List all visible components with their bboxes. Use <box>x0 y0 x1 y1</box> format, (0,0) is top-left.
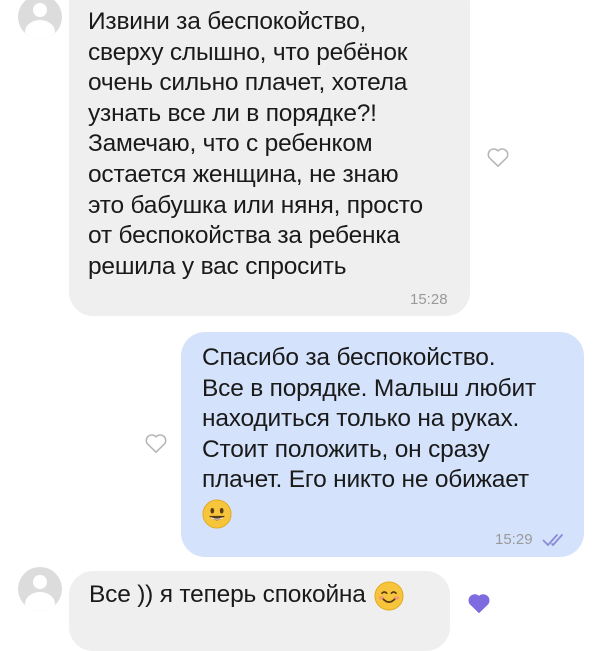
message-timestamp: 15:28 <box>410 291 448 308</box>
incoming-message-bubble[interactable]: Все )) я теперь спокойна <box>69 571 450 651</box>
message-text: Спасибо за беспокойство. Все в порядке. … <box>202 344 536 494</box>
like-heart-icon[interactable] <box>143 430 169 456</box>
incoming-message-bubble[interactable]: Извини за беспокойство, сверху слышно, ч… <box>69 0 470 316</box>
avatar-head-shape <box>33 3 47 17</box>
avatar-body-shape <box>25 20 55 39</box>
smiling-face-blush-emoji <box>374 581 404 611</box>
double-check-icon <box>542 534 563 546</box>
message-text: Все )) я теперь спокойна <box>89 581 366 608</box>
smiling-face-emoji <box>202 499 232 529</box>
sender-avatar[interactable] <box>18 567 62 611</box>
avatar-head-shape <box>33 575 47 589</box>
reaction-heart-icon[interactable] <box>466 590 492 616</box>
like-heart-icon[interactable] <box>485 144 511 170</box>
message-content: Спасибо за беспокойство. Все в порядке. … <box>202 343 536 529</box>
message-text: Извини за беспокойство, сверху слышно, ч… <box>88 8 423 280</box>
sender-avatar[interactable] <box>18 0 62 39</box>
outgoing-message-bubble[interactable]: Спасибо за беспокойство. Все в порядке. … <box>181 332 584 557</box>
message-content: Все )) я теперь спокойна <box>89 580 404 611</box>
avatar-body-shape <box>25 592 55 611</box>
message-timestamp: 15:29 <box>495 531 533 548</box>
